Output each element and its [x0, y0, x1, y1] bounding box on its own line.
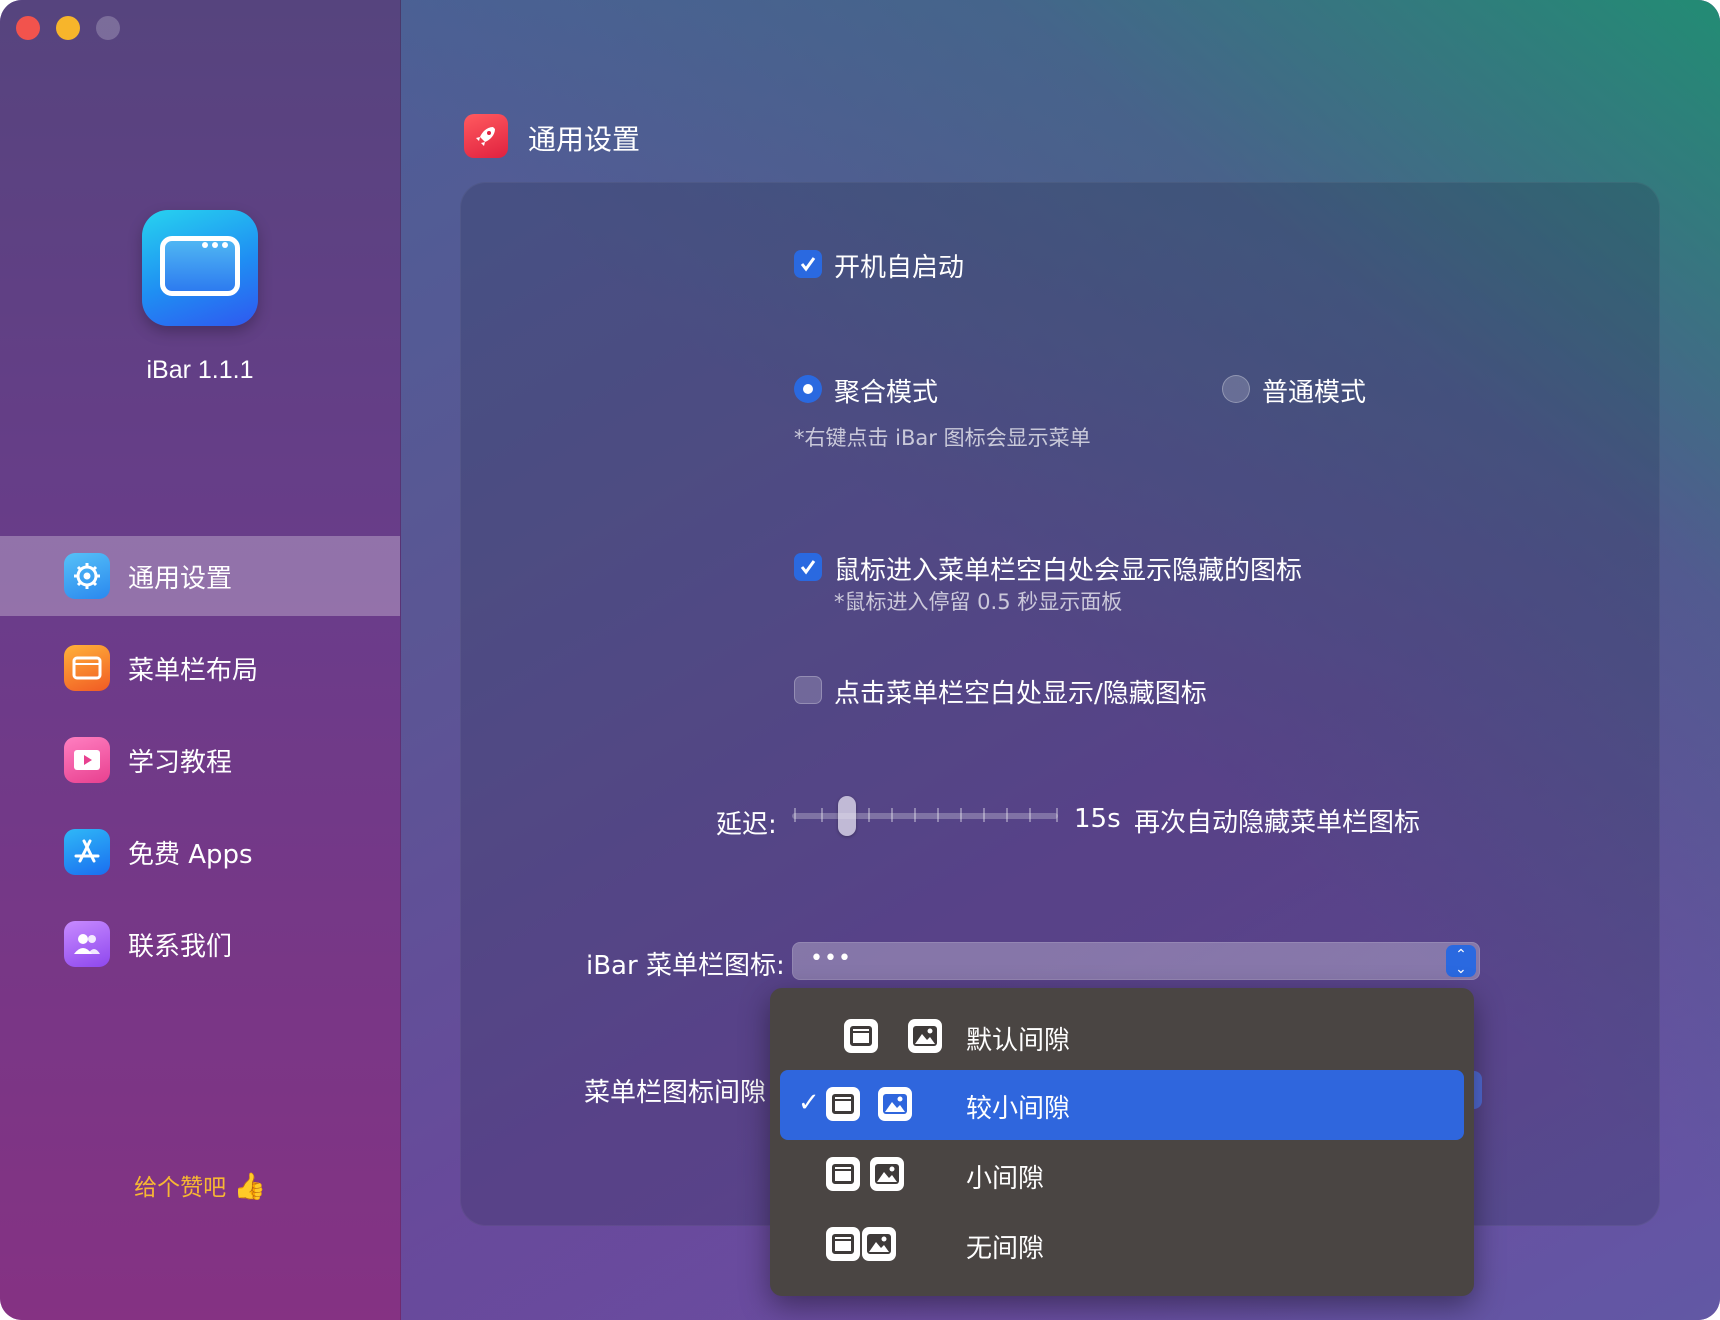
delay-slider-track[interactable]: [792, 813, 1058, 819]
hover-show-label: 鼠标进入菜单栏空白处会显示隐藏的图标: [834, 556, 1303, 586]
menubar-icon-select[interactable]: ••• ⌃ ⌃: [792, 942, 1480, 980]
hover-show-note: *鼠标进入停留 0.5 秒显示面板: [834, 590, 1123, 614]
sidebar-item-general[interactable]: 通用设置: [0, 536, 400, 616]
app-window: iBar 1.1.1 通用设置 菜单栏布局 学习教程 免费 Apps 联系我们 …: [0, 0, 1720, 1320]
icon-spacing-label: 菜单栏图标间隙: [584, 1078, 767, 1108]
menu-item-label: 较小间隙: [966, 1094, 1071, 1124]
sidebar-item-free-apps[interactable]: 免费 Apps: [0, 812, 400, 892]
like-link[interactable]: 给个赞吧 👍: [0, 1168, 400, 1202]
close-window-button[interactable]: [16, 16, 40, 40]
delay-slider-knob[interactable]: [838, 796, 856, 836]
normal-mode-radio[interactable]: [1222, 375, 1250, 403]
page-title: 通用设置: [528, 123, 641, 156]
window-icon: [826, 1087, 860, 1121]
sidebar-item-label: 联系我们: [128, 931, 233, 962]
window-icon: [844, 1019, 878, 1053]
thumbs-up-icon: 👍: [233, 1172, 266, 1202]
sidebar-item-tutorials[interactable]: 学习教程: [0, 720, 400, 800]
delay-value: 15s: [1074, 804, 1121, 834]
window-icon: [826, 1227, 860, 1261]
menubar-icon-label: iBar 菜单栏图标:: [586, 951, 785, 981]
sidebar: iBar 1.1.1 通用设置 菜单栏布局 学习教程 免费 Apps 联系我们 …: [0, 0, 401, 1320]
aggregate-mode-label: 聚合模式: [834, 378, 939, 408]
delay-label: 延迟:: [716, 810, 777, 840]
menu-item-label: 默认间隙: [966, 1026, 1071, 1056]
click-toggle-checkbox[interactable]: [794, 676, 822, 704]
sidebar-item-menubar-layout[interactable]: 菜单栏布局: [0, 628, 400, 708]
checkmark-icon: [800, 257, 816, 272]
sidebar-item-label: 通用设置: [128, 563, 233, 594]
gear-icon: [64, 553, 110, 599]
image-icon: [908, 1019, 942, 1053]
launch-at-login-label: 开机自启动: [834, 253, 965, 283]
checkmark-icon: ✓: [798, 1088, 820, 1118]
mode-note: *右键点击 iBar 图标会显示菜单: [794, 426, 1091, 450]
app-store-icon: [64, 829, 110, 875]
image-icon: [878, 1087, 912, 1121]
hover-show-checkbox[interactable]: [794, 553, 822, 581]
contacts-icon: [64, 921, 110, 967]
sidebar-item-label: 免费 Apps: [128, 839, 253, 870]
video-play-icon: [64, 737, 110, 783]
normal-mode-label: 普通模式: [1262, 378, 1367, 408]
chevron-updown-icon: ⌃ ⌃: [1446, 945, 1476, 977]
like-label: 给个赞吧: [134, 1175, 227, 1201]
zoom-window-button[interactable]: [96, 16, 120, 40]
image-icon: [870, 1157, 904, 1191]
window-icon: [826, 1157, 860, 1191]
menubar-window-icon: [64, 645, 110, 691]
menu-item-no-spacing[interactable]: 无间隙: [780, 1210, 1464, 1280]
icon-spacing-dropdown-menu: 默认间隙 ✓ 较小间隙 小间隙 无间隙: [770, 988, 1474, 1296]
menu-item-small-spacing[interactable]: 小间隙: [780, 1140, 1464, 1210]
delay-suffix-label: 再次自动隐藏菜单栏图标: [1134, 808, 1421, 838]
sidebar-item-label: 菜单栏布局: [128, 655, 259, 686]
aggregate-mode-radio[interactable]: [794, 375, 822, 403]
menu-item-label: 无间隙: [966, 1234, 1045, 1264]
sidebar-item-label: 学习教程: [128, 747, 233, 778]
menu-item-smaller-spacing[interactable]: ✓ 较小间隙: [780, 1070, 1464, 1140]
menubar-icon-value: •••: [810, 946, 852, 971]
menu-item-default-spacing[interactable]: 默认间隙: [780, 1002, 1464, 1072]
click-toggle-label: 点击菜单栏空白处显示/隐藏图标: [834, 679, 1207, 709]
checkmark-icon: [800, 560, 816, 575]
image-icon: [862, 1227, 896, 1261]
app-version-label: iBar 1.1.1: [146, 356, 254, 384]
rocket-icon: [464, 114, 508, 158]
launch-at-login-checkbox[interactable]: [794, 250, 822, 278]
sidebar-item-contact[interactable]: 联系我们: [0, 904, 400, 984]
menu-item-label: 小间隙: [966, 1164, 1045, 1194]
minimize-window-button[interactable]: [56, 16, 80, 40]
app-logo: [142, 210, 258, 326]
